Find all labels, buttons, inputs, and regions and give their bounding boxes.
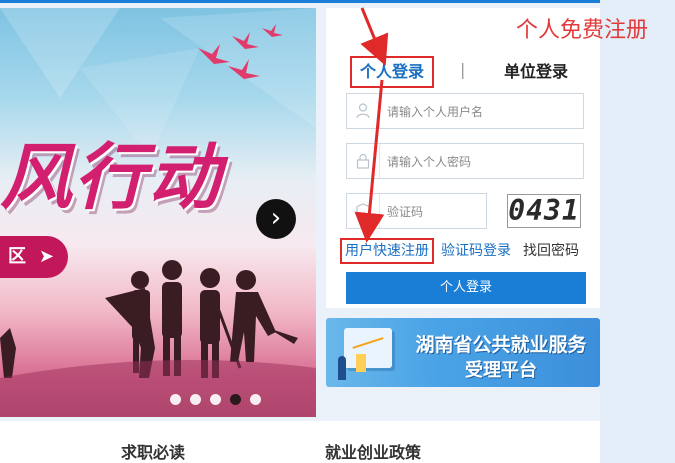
service-banner-title: 湖南省公共就业服务 — [415, 334, 587, 356]
tab-job-guide[interactable]: 求职必读 — [121, 439, 185, 463]
tab-employment-policy[interactable]: 就业创业政策 — [325, 439, 421, 463]
monitor-illustration — [344, 328, 392, 368]
chart-illustration — [356, 354, 366, 372]
annotation-arrows — [354, 7, 389, 243]
service-platform-banner[interactable]: 湖南省公共就业服务 受理平台 — [326, 318, 600, 387]
service-banner-subtitle: 受理平台 — [465, 360, 537, 381]
person-illustration — [338, 356, 346, 380]
bottom-section-tabs: 求职必读 就业创业政策 — [0, 421, 600, 463]
